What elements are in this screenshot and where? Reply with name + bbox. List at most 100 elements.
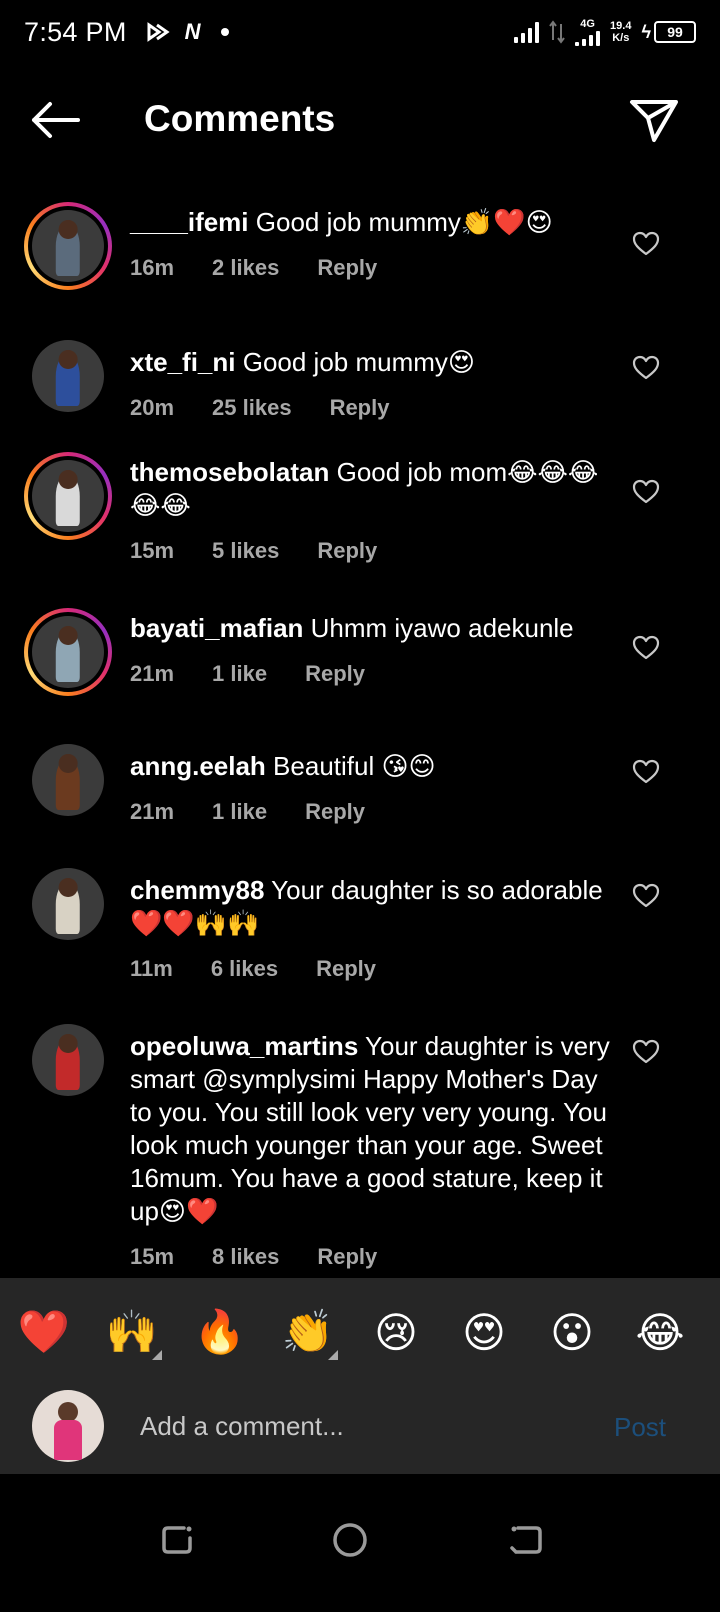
avatar-story-ring[interactable] <box>24 452 112 540</box>
reply-button[interactable]: Reply <box>305 795 365 828</box>
comment-username[interactable]: opeoluwa_martins <box>130 1031 358 1061</box>
arrow-left-icon <box>32 102 80 138</box>
quick-reactions: ❤️ 🙌 🔥 👏 😢 😍 😮 😂 <box>0 1302 720 1362</box>
comment-body: themosebolatan Good job mom😂😂😂😂😂 15m 5 l… <box>130 456 620 567</box>
nav-back-icon <box>510 1526 542 1554</box>
comment-username[interactable]: ____ifemi <box>130 207 249 237</box>
heart-icon <box>632 231 660 256</box>
comment-time: 11m <box>130 956 173 981</box>
skin-tone-indicator <box>328 1350 338 1360</box>
comment-text: Beautiful 😘😊 <box>265 751 436 781</box>
like-comment-button[interactable] <box>632 230 660 258</box>
reaction-emoji: 🙌 <box>105 1307 159 1356</box>
avatar <box>32 210 104 282</box>
avatar <box>32 616 104 688</box>
reply-button[interactable]: Reply <box>330 391 390 424</box>
comment-meta: 15m 8 likes Reply <box>130 1240 620 1273</box>
heart-icon <box>632 479 660 504</box>
heart-icon <box>632 635 660 660</box>
recents-icon <box>162 1526 192 1554</box>
comment-body: xte_fi_ni Good job mummy😍 20m 25 likes R… <box>130 346 620 424</box>
heart-icon <box>632 883 660 908</box>
heart-icon <box>632 1039 660 1064</box>
comment-content: xte_fi_ni Good job mummy😍 <box>130 346 620 379</box>
avatar[interactable] <box>32 1024 104 1096</box>
comment-username[interactable]: anng.eelah <box>130 751 266 781</box>
reaction-surprised[interactable]: 😮 <box>528 1302 616 1362</box>
share-button[interactable] <box>628 94 680 146</box>
comment-likes[interactable]: 25 likes <box>212 391 292 424</box>
like-comment-button[interactable] <box>632 758 660 786</box>
avatar-story-ring[interactable] <box>24 202 112 290</box>
comment-username[interactable]: chemmy88 <box>130 875 264 905</box>
reaction-emoji: 😢 <box>374 1307 418 1357</box>
reaction-clap[interactable]: 👏 <box>264 1302 352 1362</box>
comment-composer: ❤️ 🙌 🔥 👏 😢 😍 😮 😂 Post <box>0 1278 720 1474</box>
charging-icon: ϟ <box>641 21 651 42</box>
reply-button[interactable]: Reply <box>305 657 365 690</box>
reaction-fire[interactable]: 🔥 <box>176 1302 264 1362</box>
comment-likes[interactable]: 5 likes <box>212 534 279 567</box>
add-comment-row: Post <box>0 1390 720 1474</box>
comment-body: opeoluwa_martins Your daughter is very s… <box>130 1030 620 1273</box>
speed-unit: K/s <box>612 32 630 44</box>
comment-likes[interactable]: 1 like <box>212 657 267 690</box>
notification-icons: N <box>145 19 229 45</box>
reaction-heart[interactable]: ❤️ <box>0 1302 88 1362</box>
comment-likes[interactable]: 2 likes <box>212 251 279 284</box>
reaction-raised-hands[interactable]: 🙌 <box>88 1302 176 1362</box>
comment-time: 15m <box>130 1244 175 1269</box>
reaction-laughing[interactable]: 😂 <box>616 1302 704 1362</box>
reply-button[interactable]: Reply <box>317 534 377 567</box>
speed-value: 19.4 <box>610 20 632 32</box>
comment-time: 21m <box>130 661 175 686</box>
battery-indicator: ϟ 99 <box>641 21 696 43</box>
comment-meta: 21m 1 like Reply <box>130 657 620 690</box>
avatar[interactable] <box>32 340 104 412</box>
app-notification-icon <box>147 22 170 42</box>
comment-time: 20m <box>130 395 175 420</box>
reaction-emoji: 👏 <box>281 1307 335 1356</box>
like-comment-button[interactable] <box>632 882 660 910</box>
avatar[interactable] <box>32 868 104 940</box>
like-comment-button[interactable] <box>632 478 660 506</box>
post-button[interactable]: Post <box>614 1412 666 1443</box>
system-nav-bar <box>0 1474 720 1612</box>
comment-likes[interactable]: 1 like <box>212 795 267 828</box>
nav-back-button[interactable] <box>506 1520 546 1560</box>
system-icons: 4G 19.4 K/s ϟ 99 <box>514 18 696 46</box>
home-button[interactable] <box>330 1520 370 1560</box>
reaction-heart-eyes[interactable]: 😍 <box>440 1302 528 1362</box>
comment-text: Good job mummy😍 <box>235 347 476 377</box>
avatar-story-ring[interactable] <box>24 608 112 696</box>
like-comment-button[interactable] <box>632 634 660 662</box>
comment-likes[interactable]: 8 likes <box>212 1240 279 1273</box>
like-comment-button[interactable] <box>632 1038 660 1066</box>
signal-2-icon <box>575 30 601 46</box>
back-button[interactable] <box>28 98 84 142</box>
reply-button[interactable]: Reply <box>317 1240 377 1273</box>
reaction-emoji: 😮 <box>550 1307 594 1357</box>
reply-button[interactable]: Reply <box>317 251 377 284</box>
reaction-emoji: 😍 <box>462 1307 506 1357</box>
comment-input[interactable] <box>140 1404 580 1448</box>
comment-likes[interactable]: 6 likes <box>211 952 278 985</box>
page-title: Comments <box>144 98 336 139</box>
avatar[interactable] <box>32 744 104 816</box>
status-time: 7:54 PM <box>24 16 127 47</box>
comment-body: chemmy88 Your daughter is so adorable ❤️… <box>130 874 620 985</box>
comment-body: anng.eelah Beautiful 😘😊 21m 1 like Reply <box>130 750 620 828</box>
reply-button[interactable]: Reply <box>316 952 376 985</box>
comment-time: 21m <box>130 799 175 824</box>
recents-button[interactable] <box>158 1520 198 1560</box>
comment-time: 16m <box>130 255 175 280</box>
reaction-crying[interactable]: 😢 <box>352 1302 440 1362</box>
comment-username[interactable]: bayati_mafian <box>130 613 303 643</box>
comment-content: bayati_mafian Uhmm iyawo adekunle <box>130 612 620 645</box>
like-comment-button[interactable] <box>632 354 660 382</box>
home-circle-icon <box>333 1523 367 1557</box>
data-transfer-icon <box>549 20 565 44</box>
comment-username[interactable]: xte_fi_ni <box>130 347 236 377</box>
comment-username[interactable]: themosebolatan <box>130 457 329 487</box>
comment-content: opeoluwa_martins Your daughter is very s… <box>130 1030 620 1228</box>
